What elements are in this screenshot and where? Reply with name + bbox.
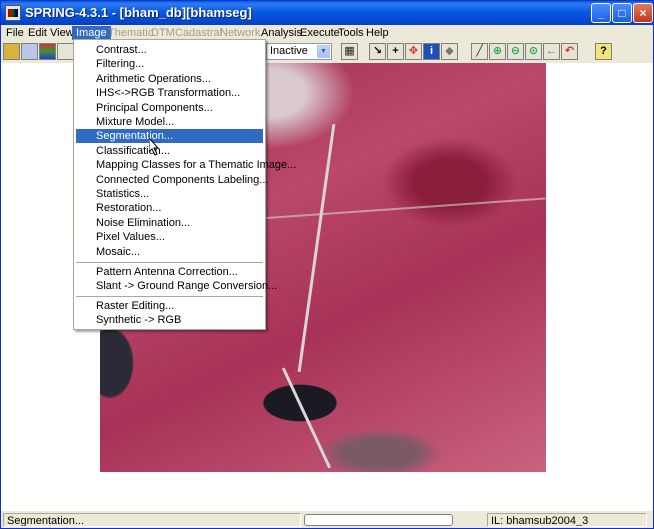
spring-main-window: SPRING-4.3.1 - [bham_db][bhamseg] _ □ × … — [0, 0, 654, 529]
menu-item-mixture-model[interactable]: Mixture Model... — [76, 115, 263, 129]
minimize-button[interactable]: _ — [591, 3, 611, 23]
status-info-plane: IL: bhamsub2004_3 — [487, 513, 647, 527]
zoom-in-icon[interactable]: ⊕ — [489, 43, 506, 60]
mode-select[interactable]: Inactive ▼ — [266, 43, 332, 60]
database-icon[interactable] — [3, 43, 20, 60]
menu-item-synthetic-rgb[interactable]: Synthetic -> RGB — [76, 313, 263, 327]
cursor-info-icon[interactable]: ▦ — [341, 43, 358, 60]
menu-item-connected-comp[interactable]: Connected Components Labeling... — [76, 173, 268, 187]
menu-item-principal-comp[interactable]: Principal Components... — [76, 101, 263, 115]
back-arrow-icon[interactable]: ← — [543, 43, 560, 60]
menu-item-pattern-antenna[interactable]: Pattern Antenna Correction... — [76, 265, 263, 279]
menu-help[interactable]: Help — [362, 26, 393, 40]
status-message: Segmentation... — [3, 513, 301, 527]
select-arrow-icon[interactable]: ↘ — [369, 43, 386, 60]
image-menu-dropdown: Contrast... Filtering... Arithmetic Oper… — [73, 39, 296, 330]
road-feature — [297, 124, 336, 372]
status-bar: Segmentation... IL: bhamsub2004_3 — [1, 510, 653, 528]
menu-separator — [76, 296, 263, 298]
menu-item-contrast[interactable]: Contrast... — [76, 43, 263, 57]
menu-item-arithmetic[interactable]: Arithmetic Operations... — [76, 72, 263, 86]
menu-item-noise-elim[interactable]: Noise Elimination... — [76, 216, 263, 230]
screen-icon[interactable] — [57, 43, 74, 60]
layers-icon[interactable] — [39, 43, 56, 60]
zoom-area-icon[interactable]: ⊙ — [525, 43, 542, 60]
menu-separator — [76, 262, 263, 264]
menu-item-mosaic[interactable]: Mosaic... — [76, 245, 263, 259]
pan-icon[interactable]: ✥ — [405, 43, 422, 60]
help-icon[interactable]: ? — [595, 43, 612, 60]
measure-icon[interactable]: ╱ — [471, 43, 488, 60]
menu-item-mapping-classes[interactable]: Mapping Classes for a Thematic Image... — [76, 158, 296, 172]
progress-bar — [304, 514, 453, 526]
maximize-button[interactable]: □ — [612, 3, 632, 23]
menu-item-statistics[interactable]: Statistics... — [76, 187, 263, 201]
chevron-down-icon[interactable]: ▼ — [317, 45, 330, 58]
title-bar[interactable]: SPRING-4.3.1 - [bham_db][bhamseg] _ □ × — [1, 1, 653, 25]
crosshair-icon[interactable]: + — [387, 43, 404, 60]
menu-item-pixel-values[interactable]: Pixel Values... — [76, 230, 263, 244]
menu-item-restoration[interactable]: Restoration... — [76, 201, 263, 215]
menu-item-raster-editing[interactable]: Raster Editing... — [76, 299, 263, 313]
undo-icon[interactable]: ↶ — [561, 43, 578, 60]
window-title: SPRING-4.3.1 - [bham_db][bhamseg] — [25, 5, 252, 20]
menu-item-filtering[interactable]: Filtering... — [76, 57, 263, 71]
project-icon[interactable] — [21, 43, 38, 60]
menu-item-ihs-rgb[interactable]: IHS<->RGB Transformation... — [76, 86, 263, 100]
info-icon[interactable]: i — [423, 43, 440, 60]
zoom-out-icon[interactable]: ⊖ — [507, 43, 524, 60]
spring-app-icon[interactable] — [5, 5, 21, 21]
menu-item-slant-ground[interactable]: Slant -> Ground Range Conversion... — [76, 279, 277, 293]
menu-item-classification[interactable]: Classification... — [76, 144, 263, 158]
mode-select-value: Inactive — [270, 45, 308, 57]
close-button[interactable]: × — [633, 3, 653, 23]
road-feature — [281, 367, 332, 469]
eraser-icon[interactable]: ◆ — [441, 43, 458, 60]
menu-item-segmentation[interactable]: Segmentation... — [76, 129, 263, 143]
